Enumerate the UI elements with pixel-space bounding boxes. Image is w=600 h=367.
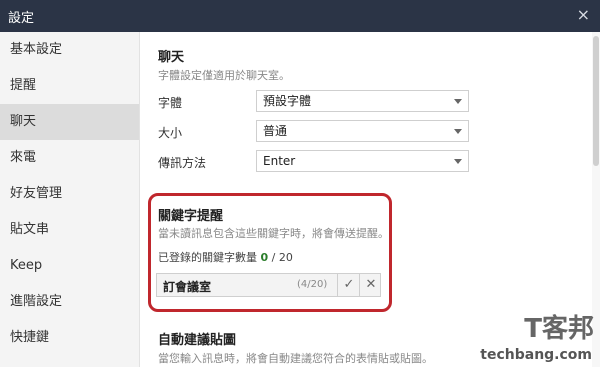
sidebar-item-basic[interactable]: 基本設定 bbox=[0, 32, 139, 68]
keyword-input[interactable]: 訂會議室 bbox=[163, 278, 211, 295]
window-title: 設定 bbox=[8, 11, 35, 26]
keyword-section-title: 關鍵字提醒 bbox=[158, 209, 224, 224]
sidebar-item-friends[interactable]: 好友管理 bbox=[0, 176, 139, 212]
size-select-value: 普通 bbox=[263, 124, 288, 138]
keyword-count-max: / 20 bbox=[271, 251, 293, 264]
sidebar-item-keep[interactable]: Keep bbox=[0, 248, 139, 284]
keyword-char-counter: (4/20) bbox=[297, 279, 328, 290]
title-bar: 設定 × bbox=[0, 0, 600, 32]
send-method-label: 傳訊方法 bbox=[158, 156, 207, 170]
font-select[interactable]: 預設字體 bbox=[256, 90, 469, 112]
auto-sticker-description: 當您輸入訊息時，將會自動建議您符合的表情貼或貼圖。 bbox=[158, 352, 433, 365]
close-icon[interactable]: ✕ bbox=[359, 274, 382, 296]
chat-section-title: 聊天 bbox=[158, 50, 185, 65]
chat-section-description: 字體設定僅適用於聊天室。 bbox=[158, 69, 290, 82]
keyword-count-value: 0 bbox=[260, 251, 269, 264]
keyword-count-label: 已登錄的關鍵字數量 bbox=[158, 251, 257, 264]
sidebar-item-timeline[interactable]: 貼文串 bbox=[0, 212, 139, 248]
keyword-section-description: 當未讀訊息包含這些關鍵字時，將會傳送提醒。 bbox=[158, 227, 389, 240]
chevron-down-icon bbox=[454, 129, 462, 134]
settings-sidebar: 基本設定 提醒 聊天 來電 好友管理 貼文串 Keep 進階設定 快捷鍵 bbox=[0, 32, 140, 367]
sidebar-item-chat[interactable]: 聊天 bbox=[0, 104, 139, 140]
sidebar-item-calls[interactable]: 來電 bbox=[0, 140, 139, 176]
auto-sticker-title: 自動建議貼圖 bbox=[158, 333, 237, 348]
close-icon[interactable]: × bbox=[577, 5, 590, 24]
size-label: 大小 bbox=[158, 126, 183, 140]
check-icon[interactable]: ✓ bbox=[337, 274, 360, 296]
sidebar-item-advanced[interactable]: 進階設定 bbox=[0, 284, 139, 320]
font-label: 字體 bbox=[158, 96, 183, 110]
chevron-down-icon bbox=[454, 99, 462, 104]
watermark-logo: T客邦 bbox=[524, 314, 594, 344]
size-select[interactable]: 普通 bbox=[256, 120, 469, 142]
font-select-value: 預設字體 bbox=[263, 94, 312, 108]
send-method-select[interactable]: Enter bbox=[256, 150, 469, 172]
send-method-value: Enter bbox=[263, 154, 296, 168]
scrollbar-thumb[interactable] bbox=[593, 36, 599, 166]
sidebar-item-notifications[interactable]: 提醒 bbox=[0, 68, 139, 104]
keyword-input-row[interactable]: 訂會議室 (4/20) ✓ ✕ bbox=[156, 273, 381, 297]
keyword-count: 已登錄的關鍵字數量 0 / 20 bbox=[158, 249, 293, 265]
sidebar-item-shortcuts[interactable]: 快捷鍵 bbox=[0, 320, 139, 356]
watermark-url: techbang.com bbox=[480, 347, 592, 363]
chevron-down-icon bbox=[454, 159, 462, 164]
